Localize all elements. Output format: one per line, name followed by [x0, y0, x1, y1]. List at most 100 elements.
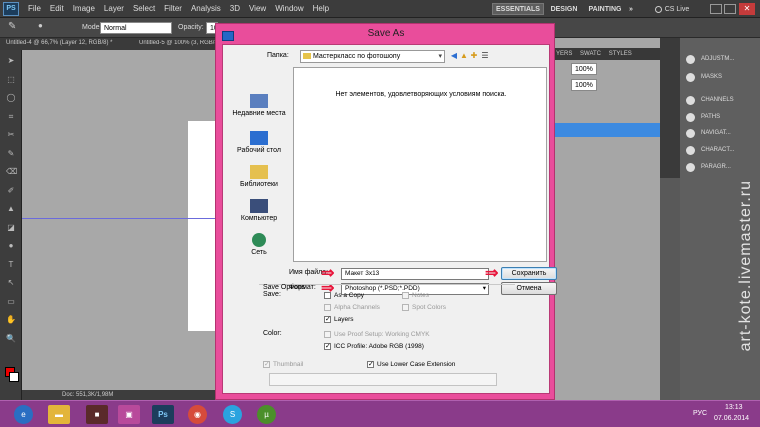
- warning-area: [269, 373, 497, 386]
- panel-navigator[interactable]: NAVIGAT...: [686, 124, 758, 142]
- brush-tool-icon[interactable]: ✎: [8, 21, 22, 35]
- spot-colors-checkbox[interactable]: Spot Colors: [402, 304, 446, 311]
- language-indicator[interactable]: РУС: [693, 410, 707, 417]
- menu-file[interactable]: File: [28, 4, 41, 13]
- paragraph-icon: [686, 162, 695, 172]
- menu-view[interactable]: View: [249, 4, 266, 13]
- layers-checkbox[interactable]: ✓ Layers: [324, 316, 354, 323]
- tool-icon[interactable]: ✋: [6, 315, 16, 325]
- save-button[interactable]: Сохранить: [501, 267, 557, 280]
- tool-icon[interactable]: 🔍: [6, 334, 16, 344]
- place-desktop[interactable]: Рабочий стол: [227, 131, 291, 154]
- back-icon[interactable]: ◀: [449, 50, 459, 61]
- tab-styles[interactable]: STYLES: [609, 51, 632, 57]
- menu-analysis[interactable]: Analysis: [191, 4, 221, 13]
- panel-navigator-label: NAVIGAT...: [701, 130, 731, 136]
- tool-icon[interactable]: ↖: [6, 278, 16, 288]
- tool-icon[interactable]: T: [6, 260, 16, 270]
- panel-masks-label: MASKS: [701, 74, 723, 80]
- restore-button[interactable]: [724, 4, 736, 14]
- close-icon[interactable]: ✕: [739, 3, 755, 15]
- new-folder-icon[interactable]: ✚: [469, 50, 479, 61]
- panel-paragraph[interactable]: PARAGR...: [686, 158, 758, 176]
- panel-channels[interactable]: CHANNELS: [686, 91, 758, 109]
- use-proof-setup-checkbox[interactable]: Use Proof Setup: Working CMYK: [324, 331, 430, 338]
- menu-edit[interactable]: Edit: [50, 4, 64, 13]
- network-icon: [252, 233, 266, 247]
- minimize-button[interactable]: [710, 4, 722, 14]
- panel-character-label: CHARACT...: [701, 147, 735, 153]
- annotation-arrow-save: ⇒: [485, 265, 499, 282]
- workspace-more-button[interactable]: »: [626, 3, 636, 15]
- file-list[interactable]: Нет элементов, удовлетворяющих условиям …: [293, 67, 547, 262]
- background-color-swatch[interactable]: [9, 372, 19, 382]
- opacity-label: Opacity:: [178, 24, 204, 31]
- filename-input[interactable]: Макет 3x13: [341, 268, 489, 280]
- clock-time[interactable]: 13:13: [725, 404, 743, 411]
- tab-untitled-5[interactable]: Untitled-5 @ 100% (3, RGB/8)*: [139, 40, 219, 46]
- alpha-channels-checkbox[interactable]: Alpha Channels: [324, 304, 380, 311]
- menu-select[interactable]: Select: [133, 4, 155, 13]
- tool-icon[interactable]: ✂: [6, 130, 16, 140]
- brush-preset-icon[interactable]: ●: [38, 21, 52, 35]
- lowercase-extension-checkbox[interactable]: ✓ Use Lower Case Extension: [367, 361, 455, 368]
- panel-character[interactable]: CHARACT...: [686, 141, 758, 159]
- skype-icon[interactable]: S: [223, 405, 242, 424]
- menu-filter[interactable]: Filter: [164, 4, 182, 13]
- layer-fill-field[interactable]: 100%: [571, 79, 597, 91]
- utorrent-icon[interactable]: µ: [257, 405, 276, 424]
- tool-icon[interactable]: ▭: [6, 297, 16, 307]
- photoshop-taskbar-icon[interactable]: Ps: [152, 405, 174, 424]
- panel-channels-label: CHANNELS: [701, 97, 734, 103]
- cs-live-button[interactable]: CS Live: [647, 3, 697, 15]
- place-recent[interactable]: Недавние места: [227, 94, 291, 117]
- tool-icon[interactable]: ◯: [6, 93, 16, 103]
- desktop-icon: [250, 131, 268, 145]
- panel-adjustments[interactable]: ADJUSTM...: [686, 50, 758, 68]
- tool-icon[interactable]: ✐: [6, 186, 16, 196]
- workspace-design[interactable]: DESIGN: [549, 3, 579, 15]
- notes-checkbox[interactable]: Notes: [402, 292, 429, 299]
- chrome-icon[interactable]: ◉: [188, 405, 207, 424]
- place-network[interactable]: Сеть: [227, 233, 291, 256]
- tool-icon[interactable]: ✎: [6, 149, 16, 159]
- folder-select[interactable]: Мастеркласс по фотошопу ▾: [300, 50, 445, 63]
- panel-masks[interactable]: MASKS: [686, 68, 758, 86]
- menu-3d[interactable]: 3D: [230, 4, 240, 13]
- tool-icon[interactable]: ◪: [6, 223, 16, 233]
- as-a-copy-checkbox[interactable]: As a Copy: [324, 292, 364, 299]
- document-canvas[interactable]: [188, 121, 218, 331]
- tab-swatches[interactable]: SWATC: [580, 51, 601, 57]
- adjustments-icon: [686, 54, 695, 64]
- tool-icon[interactable]: ➤: [6, 56, 16, 66]
- selected-layer-row[interactable]: [555, 123, 660, 137]
- tool-icon[interactable]: ⌫: [6, 167, 17, 177]
- view-menu-icon[interactable]: ☰: [480, 50, 490, 61]
- place-libraries[interactable]: Библиотеки: [227, 165, 291, 188]
- mode-select[interactable]: Normal: [100, 22, 172, 34]
- ie-icon[interactable]: e: [14, 405, 33, 424]
- folder-icon: [303, 53, 311, 59]
- icc-profile-checkbox[interactable]: ✓ ICC Profile: Adobe RGB (1998): [324, 343, 424, 350]
- thumbnail-checkbox[interactable]: ✓ Thumbnail: [263, 361, 303, 368]
- tab-layers[interactable]: YERS: [556, 51, 572, 57]
- place-computer[interactable]: Компьютер: [227, 199, 291, 222]
- menu-help[interactable]: Help: [313, 4, 329, 13]
- workspace-painting[interactable]: PAINTING: [587, 3, 623, 15]
- workspace-essentials[interactable]: ESSENTIALS: [492, 3, 544, 15]
- layer-opacity-field[interactable]: 100%: [571, 63, 597, 75]
- tool-icon[interactable]: ⌗: [6, 112, 16, 122]
- menu-image[interactable]: Image: [73, 4, 95, 13]
- panel-adjustments-label: ADJUSTM...: [701, 56, 735, 62]
- menu-window[interactable]: Window: [275, 4, 303, 13]
- app-icon-1[interactable]: ■: [86, 405, 108, 424]
- tab-untitled-4[interactable]: Untitled-4 @ 66,7% (Layer 12, RGB/8) *: [6, 40, 112, 46]
- tool-icon[interactable]: ●: [6, 241, 16, 251]
- menu-layer[interactable]: Layer: [104, 4, 124, 13]
- app-icon-2[interactable]: ▣: [118, 405, 140, 424]
- explorer-icon[interactable]: ▬: [48, 405, 70, 424]
- tool-icon[interactable]: ⬚: [6, 75, 16, 85]
- color-label: Color:: [263, 330, 282, 337]
- up-folder-icon[interactable]: ▲: [459, 50, 469, 61]
- tool-icon[interactable]: ▲: [6, 204, 16, 214]
